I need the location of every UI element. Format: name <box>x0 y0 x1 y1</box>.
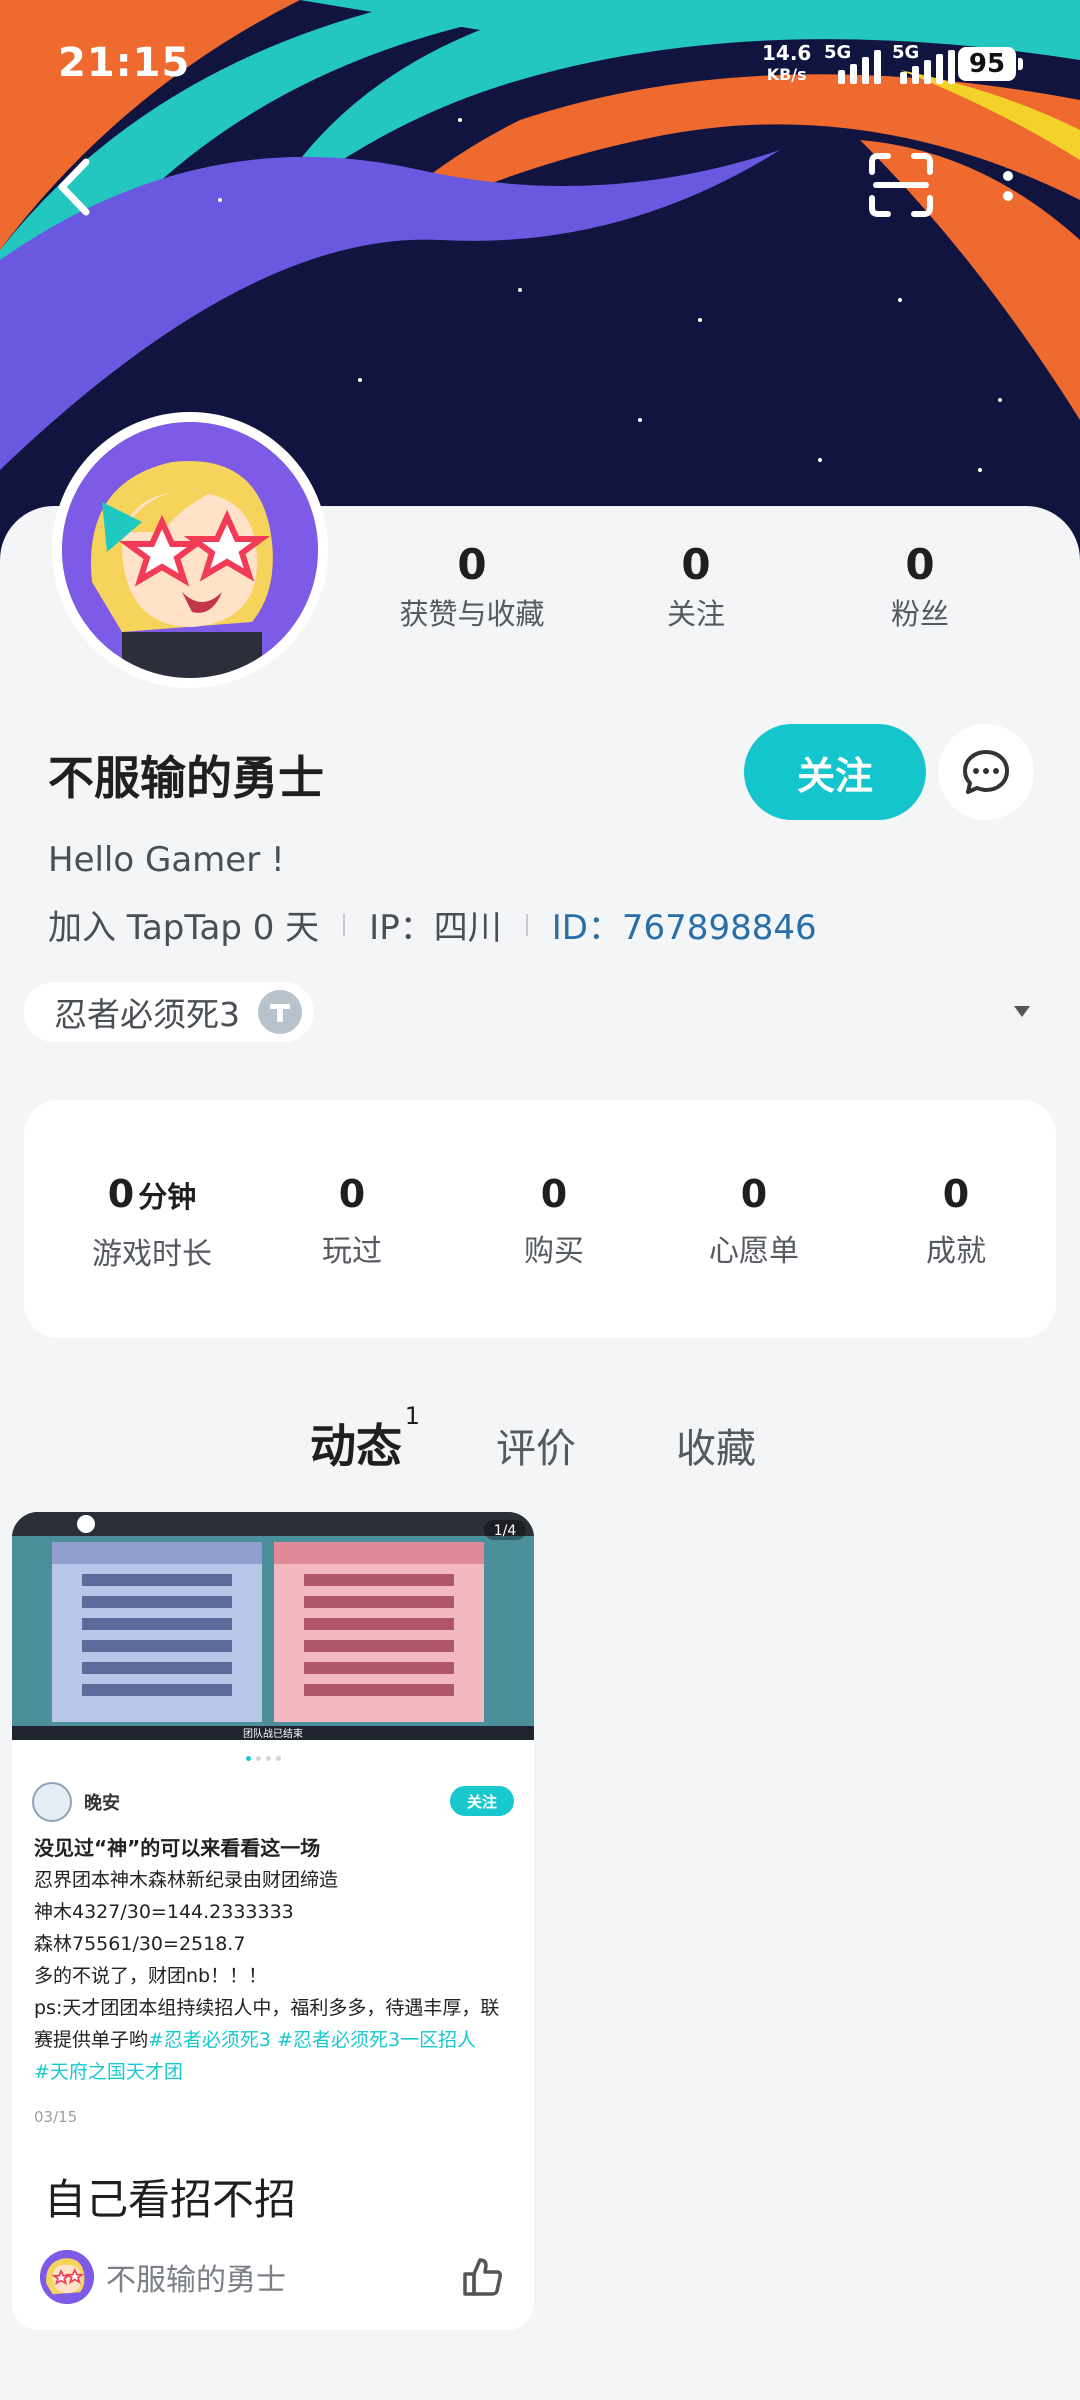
game-tag-label: 忍者必须死3 <box>54 995 240 1034</box>
stat-followers[interactable]: 0 粉丝 <box>820 540 1020 634</box>
post-caption: 自己看招不招 <box>44 2175 297 2224</box>
author-name: 晚安 <box>84 1793 120 1814</box>
profile-username: 不服输的勇士 <box>48 751 324 805</box>
back-arrow-icon <box>58 158 90 216</box>
post-line: 神木4327/30=144.2333333 <box>34 1901 294 1923</box>
scan-button[interactable] <box>866 150 936 220</box>
avatar-character-icon <box>62 422 318 678</box>
network-speed: 14.6 KB/s <box>762 41 812 84</box>
post-title: 没见过“神”的可以来看看这一场 <box>34 1836 321 1860</box>
author-follow-button[interactable]: 关注 <box>450 1786 514 1816</box>
summary-playtime[interactable]: 0 分钟 游戏时长 <box>52 1172 252 1273</box>
tab-badge: 1 <box>404 1402 420 1430</box>
back-button[interactable] <box>50 152 98 222</box>
board-status-text: 团队战已结束 <box>243 1727 303 1740</box>
profile-meta: 加入 TapTap 0 天 IP：四川 ID：767898846 <box>48 900 817 949</box>
author-avatar <box>32 1782 72 1822</box>
post-date: 03/15 <box>34 2108 78 2126</box>
hashtag[interactable]: #天府之国天才团 <box>34 2061 183 2083</box>
game-summary: 0 分钟 游戏时长 0 玩过 0 购买 0 心愿单 0 成就 <box>24 1100 1056 1338</box>
ip-location: IP：四川 <box>369 908 502 948</box>
poster-info[interactable]: 不服输的勇士 <box>40 2250 286 2304</box>
signal-icon-2 <box>900 48 955 84</box>
more-vertical-icon <box>1003 171 1013 201</box>
status-time: 21:15 <box>58 40 191 86</box>
profile-stats: 0 获赞与收藏 0 关注 0 粉丝 <box>360 540 1060 640</box>
divider <box>343 913 346 936</box>
game-tag[interactable]: 忍者必须死3 <box>24 982 314 1042</box>
stat-following[interactable]: 0 关注 <box>596 540 796 634</box>
content-tabs: 动态 1 评价 收藏 <box>0 1402 1080 1486</box>
battery-icon: 95 <box>958 47 1023 81</box>
summary-wishlist[interactable]: 0 心愿单 <box>654 1172 854 1270</box>
avatar-image <box>62 422 318 678</box>
tab-activity[interactable]: 动态 1 <box>310 1402 420 1476</box>
join-days: 加入 TapTap 0 天 <box>48 908 320 948</box>
divider <box>525 913 528 936</box>
post-image[interactable]: 团队战已结束 1/4 <box>12 1512 534 1740</box>
chat-bubble-icon <box>963 750 1009 794</box>
hashtag[interactable]: #忍者必须死3一区招人 <box>277 2029 476 2051</box>
summary-achievements[interactable]: 0 成就 <box>856 1172 1056 1270</box>
stat-likes[interactable]: 0 获赞与收藏 <box>372 540 572 634</box>
thumbs-up-icon <box>463 2258 502 2296</box>
more-button[interactable] <box>990 158 1026 218</box>
post-line: ps:天才团团本组持续招人中，福利多多，待遇丰厚，联赛提供单子哟#忍者必须死3 … <box>34 1997 500 2051</box>
message-button[interactable] <box>938 724 1034 820</box>
image-counter: 1/4 <box>494 1523 517 1539</box>
poster-name: 不服输的勇士 <box>106 2263 286 2298</box>
chevron-down-icon[interactable] <box>1014 1006 1030 1017</box>
post-line: 忍界团本神木森林新纪录由财团缔造 <box>34 1869 339 1891</box>
poster-avatar <box>40 2250 94 2304</box>
post-author[interactable]: 晚安 <box>32 1782 120 1822</box>
follow-button[interactable]: 关注 <box>744 724 926 820</box>
status-bar: 21:15 14.6 KB/s 5G 5G 95 <box>0 0 1080 130</box>
hashtag[interactable]: #忍者必须死3 <box>148 2029 271 2051</box>
activity-post-card[interactable]: 团队战已结束 1/4 晚安 关注 没见过“神”的可以来看看这一场 忍界团本神木森… <box>12 1512 534 2330</box>
post-line: #天府之国天才团 <box>34 2056 518 2088</box>
scan-icon <box>869 153 933 217</box>
post-body: 没见过“神”的可以来看看这一场 忍界团本神木森林新纪录由财团缔造 神木4327/… <box>34 1832 518 2088</box>
like-button[interactable] <box>460 2254 506 2300</box>
profile-bio: Hello Gamer ! <box>48 840 285 880</box>
image-pager <box>246 1756 281 1761</box>
tab-reviews[interactable]: 评价 <box>496 1416 576 1474</box>
post-line: 森林75561/30=2518.7 <box>34 1933 246 1955</box>
user-id[interactable]: ID：767898846 <box>552 900 817 949</box>
profile-avatar[interactable] <box>52 412 328 688</box>
signal-icon-1 <box>838 48 881 84</box>
game-screenshot-image: 团队战已结束 1/4 <box>12 1512 534 1740</box>
post-line: 多的不说了，财团nb！！！ <box>34 1965 268 1987</box>
summary-purchased[interactable]: 0 购买 <box>454 1172 654 1270</box>
taptap-badge-icon <box>258 990 302 1034</box>
tab-favorites[interactable]: 收藏 <box>676 1416 756 1474</box>
summary-played[interactable]: 0 玩过 <box>252 1172 452 1270</box>
